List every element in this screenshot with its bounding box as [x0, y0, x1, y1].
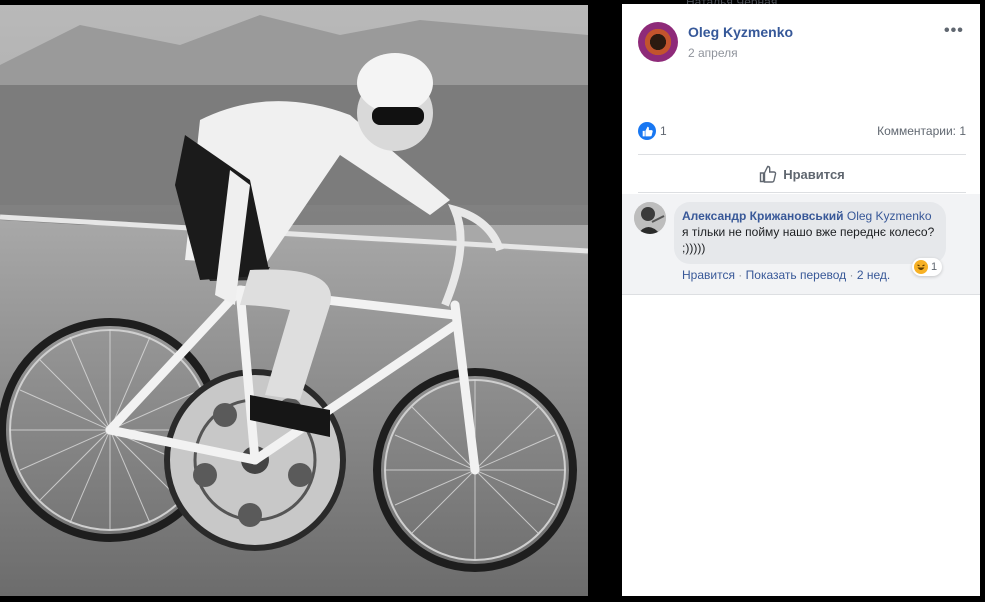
ellipsis-icon[interactable]: ••• — [944, 22, 964, 40]
post-stats: 1 Комментарии: 1 — [638, 122, 966, 142]
divider — [638, 192, 966, 193]
comment-reaction[interactable]: 1 — [912, 258, 943, 276]
post-side-panel: Oleg Kyzmenko 2 апреля ••• 1 Комментарии… — [622, 4, 980, 596]
like-button-label: Нравится — [783, 166, 845, 182]
like-reaction-icon[interactable] — [638, 122, 656, 140]
author-avatar[interactable] — [638, 22, 678, 62]
thumbs-up-icon — [760, 165, 777, 183]
comments-count[interactable]: Комментарии: 1 — [877, 124, 966, 138]
reaction-count: 1 — [931, 261, 938, 273]
comment-bubble: Александр Крижановський Oleg Kyzmenko я … — [674, 202, 946, 264]
separator: · — [738, 268, 743, 282]
separator: · — [849, 268, 854, 282]
divider — [638, 154, 966, 155]
comment-like-link[interactable]: Нравится — [682, 268, 735, 282]
comment-text: я тільки не пойму нашо вже переднє колес… — [682, 225, 935, 255]
comment-author[interactable]: Александр Крижановський — [682, 209, 844, 223]
show-translation-link[interactable]: Показать перевод — [746, 268, 847, 282]
haha-reaction-icon — [914, 260, 928, 274]
likes-count[interactable]: 1 — [660, 124, 667, 138]
comment-time[interactable]: 2 нед. — [857, 268, 890, 282]
commenter-avatar[interactable] — [634, 202, 666, 234]
divider — [622, 294, 980, 295]
post-author-name[interactable]: Oleg Kyzmenko — [688, 24, 793, 40]
comment-mention[interactable]: Oleg Kyzmenko — [847, 209, 932, 223]
comments-section: Александр Крижановський Oleg Kyzmenko я … — [622, 194, 980, 294]
post-date[interactable]: 2 апреля — [688, 46, 738, 60]
cyclist-photo-image — [0, 5, 588, 596]
like-button[interactable]: Нравится — [638, 158, 966, 190]
comment-actions: Нравится · Показать перевод · 2 нед. — [682, 268, 890, 282]
post-photo[interactable] — [0, 0, 622, 602]
